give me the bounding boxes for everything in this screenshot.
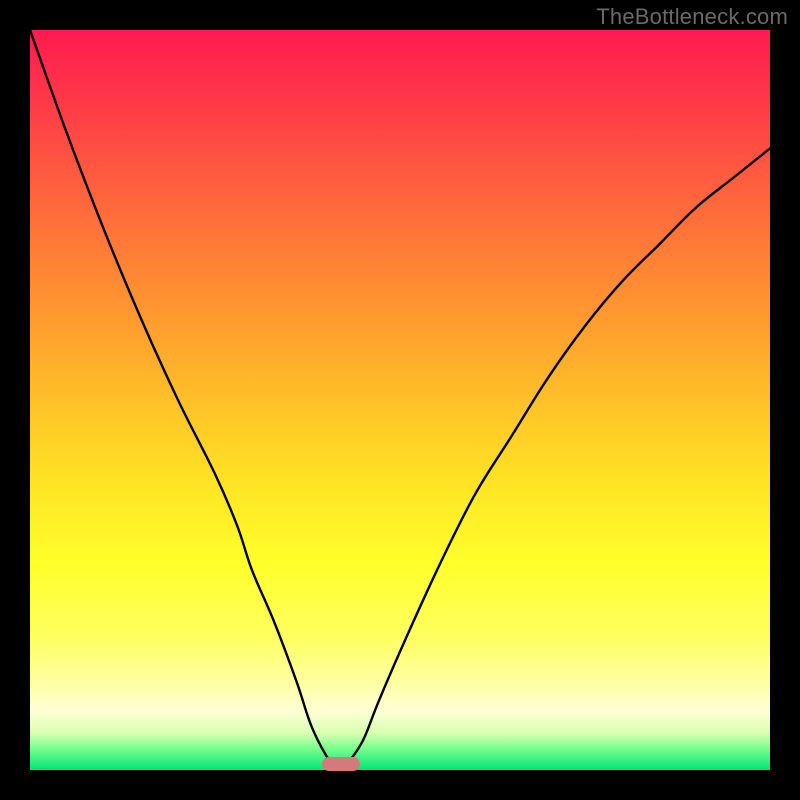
chart-frame: TheBottleneck.com: [0, 0, 800, 800]
plot-area: [30, 30, 770, 770]
bottleneck-curve: [30, 30, 770, 770]
watermark-text: TheBottleneck.com: [596, 4, 788, 30]
optimal-marker: [322, 757, 360, 771]
